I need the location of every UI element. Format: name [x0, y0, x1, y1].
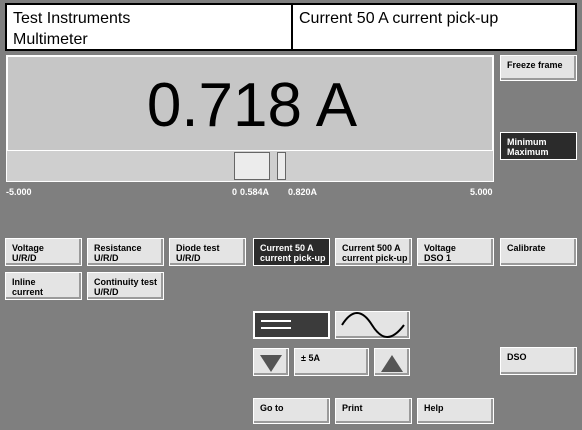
diode-test-label-2: U/R/D: [176, 253, 201, 263]
voltage-dso1-label-2: DSO 1: [424, 253, 452, 263]
inline-current-label-2: current: [12, 287, 44, 297]
mode-title-box: Current 50 A current pick-up: [291, 3, 577, 51]
voltage-urd-label-1: Voltage: [12, 243, 44, 253]
freeze-frame-button[interactable]: Freeze frame: [500, 55, 577, 81]
dc-coupling-button[interactable]: [253, 311, 330, 339]
min-max-label-1: Minimum: [507, 137, 547, 147]
min-max-label-2: Maximum: [507, 147, 549, 157]
min-max-button[interactable]: Minimum Maximum: [500, 132, 577, 160]
diode-test-label-1: Diode test: [176, 243, 220, 253]
current-50a-label-1: Current 50 A: [260, 243, 314, 253]
voltage-urd-button[interactable]: Voltage U/R/D: [5, 238, 82, 266]
goto-button[interactable]: Go to: [253, 398, 330, 424]
mode-title: Current 50 A current pick-up: [299, 10, 499, 27]
dso-button[interactable]: DSO: [500, 347, 577, 375]
dc-icon: [261, 320, 291, 329]
goto-label: Go to: [260, 403, 284, 413]
calibrate-button[interactable]: Calibrate: [500, 238, 577, 266]
resistance-label-1: Resistance: [94, 243, 142, 253]
voltage-dso1-button[interactable]: Voltage DSO 1: [417, 238, 494, 266]
continuity-test-label-1: Continuity test: [94, 277, 157, 287]
continuity-test-label-2: U/R/D: [94, 287, 119, 297]
app-title-box: Test Instruments Multimeter: [5, 3, 293, 51]
freeze-frame-label: Freeze frame: [507, 60, 563, 70]
current-500a-label-2: current pick-up: [342, 253, 408, 263]
app-title-line1: Test Instruments: [13, 10, 131, 27]
help-button[interactable]: Help: [417, 398, 494, 424]
reading-value: 0.718 A: [146, 71, 358, 140]
scale-min-marker-label: 0.584A: [240, 187, 270, 197]
bar-graph: [6, 150, 494, 182]
triangle-up-icon: [381, 355, 403, 372]
current-500a-button[interactable]: Current 500 A current pick-up: [335, 238, 412, 266]
app-title-line2: Multimeter: [13, 31, 88, 48]
scale-min-label: -5.000: [6, 187, 32, 197]
inline-current-label-1: Inline: [12, 277, 36, 287]
scale-max-label: 5.000: [470, 187, 493, 197]
diode-test-button[interactable]: Diode test U/R/D: [169, 238, 246, 266]
current-50a-label-2: current pick-up: [260, 253, 326, 263]
range-up-button[interactable]: [374, 348, 410, 376]
inline-current-button[interactable]: Inline current: [5, 272, 82, 300]
calibrate-label: Calibrate: [507, 243, 546, 253]
print-label: Print: [342, 403, 363, 413]
triangle-down-icon: [260, 355, 282, 372]
print-button[interactable]: Print: [335, 398, 412, 424]
range-min-max-marker: [234, 152, 270, 180]
ac-coupling-button[interactable]: [335, 311, 410, 339]
current-50a-button[interactable]: Current 50 A current pick-up: [253, 238, 330, 266]
current-500a-label-1: Current 500 A: [342, 243, 401, 253]
scale-max-marker-label: 0.820A: [288, 187, 318, 197]
range-down-button[interactable]: [253, 348, 289, 376]
continuity-test-button[interactable]: Continuity test U/R/D: [87, 272, 164, 300]
voltage-urd-label-2: U/R/D: [12, 253, 37, 263]
help-label: Help: [424, 403, 444, 413]
dso-label: DSO: [507, 352, 527, 362]
resistance-button[interactable]: Resistance U/R/D: [87, 238, 164, 266]
range-value-field[interactable]: ± 5A: [294, 348, 369, 376]
sine-wave-icon: [341, 312, 405, 338]
resistance-label-2: U/R/D: [94, 253, 119, 263]
scale-zero-label: 0: [232, 187, 238, 197]
app-title: Test Instruments Multimeter: [7, 5, 291, 53]
range-value: ± 5A: [301, 353, 320, 363]
current-value-marker: [277, 152, 286, 180]
voltage-dso1-label-1: Voltage: [424, 243, 456, 253]
